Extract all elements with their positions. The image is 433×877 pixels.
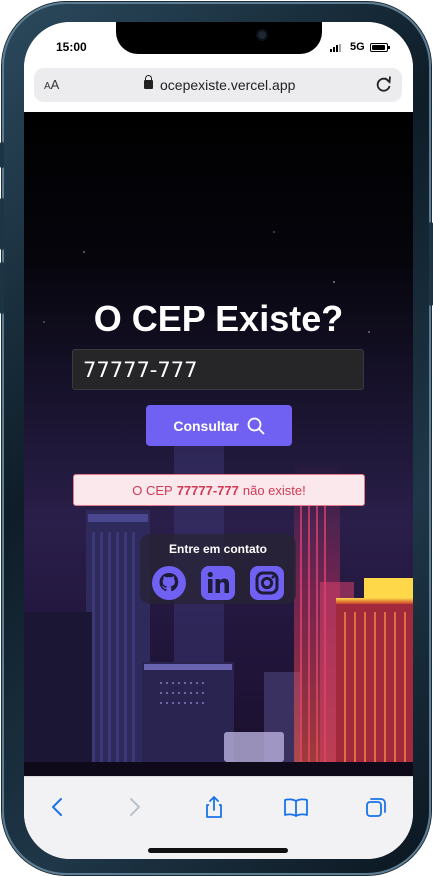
tabs-icon[interactable] xyxy=(364,795,388,819)
url-text[interactable]: ocepexiste.vercel.app xyxy=(160,77,295,93)
cep-input[interactable]: 77777-777 xyxy=(72,349,364,390)
battery-icon xyxy=(370,43,390,52)
screen: 15:00 5G AA ocepexiste.vercel.app O CEP … xyxy=(24,22,413,859)
page-title: O CEP Existe? xyxy=(93,298,344,339)
notch xyxy=(116,22,322,54)
contact-title: Entre em contato xyxy=(168,542,267,556)
mute-switch xyxy=(0,142,4,168)
volume-down-button xyxy=(0,262,4,314)
bookmarks-icon[interactable] xyxy=(283,795,309,819)
browser-toolbar xyxy=(24,776,413,859)
camera xyxy=(256,29,268,41)
volume-up-button xyxy=(0,198,4,250)
consult-button-label: Consultar xyxy=(173,417,239,434)
text-size-button[interactable]: AA xyxy=(44,77,59,92)
consult-button[interactable]: Consultar xyxy=(146,405,292,446)
contact-panel: Entre em contato xyxy=(140,534,296,604)
power-button xyxy=(429,222,433,306)
home-indicator xyxy=(148,848,288,853)
reload-icon[interactable] xyxy=(374,74,394,94)
instagram-icon[interactable] xyxy=(250,566,284,600)
result-suffix: não existe! xyxy=(242,482,306,498)
address-bar[interactable]: AA ocepexiste.vercel.app xyxy=(34,68,402,102)
cep-input-value: 77777-777 xyxy=(83,357,198,382)
page-content: O CEP Existe? 77777-777 Consultar O CEP … xyxy=(24,112,413,776)
forward-icon[interactable] xyxy=(122,795,146,819)
result-prefix: O CEP xyxy=(132,482,173,498)
search-icon xyxy=(247,417,265,434)
share-icon[interactable] xyxy=(202,795,226,819)
result-message: O CEP 77777-777 não existe! xyxy=(73,474,365,506)
result-cep: 77777-777 xyxy=(176,482,239,498)
network-label: 5G xyxy=(350,41,365,53)
back-icon[interactable] xyxy=(46,795,70,819)
signal-icon xyxy=(330,44,344,52)
lock-icon xyxy=(144,75,153,89)
status-time: 15:00 xyxy=(56,40,87,54)
linkedin-icon[interactable] xyxy=(201,566,235,600)
github-icon[interactable] xyxy=(152,566,186,600)
phone-frame: 15:00 5G AA ocepexiste.vercel.app O CEP … xyxy=(0,2,433,875)
